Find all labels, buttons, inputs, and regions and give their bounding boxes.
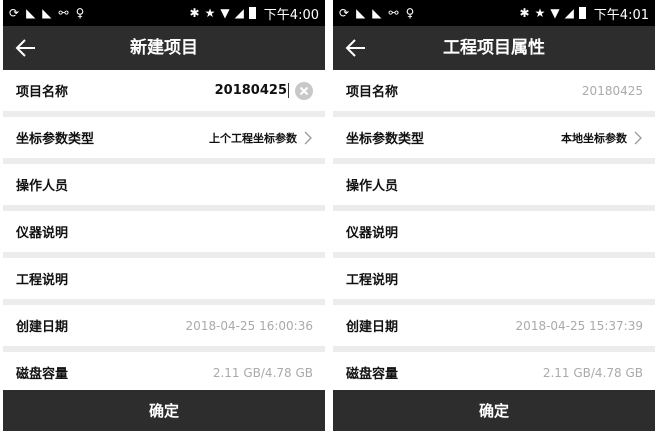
row-project-name[interactable]: 项目名称 20180425: [3, 70, 325, 111]
row-coordinate-type[interactable]: 坐标参数类型 上个工程坐标参数: [3, 117, 325, 158]
row-instrument[interactable]: 仪器说明: [3, 211, 325, 252]
row-project-desc[interactable]: 工程说明: [3, 258, 325, 299]
disk-capacity-value: 2.11 GB/4.78 GB: [212, 365, 313, 380]
page-title: 新建项目: [130, 38, 198, 58]
row-label: 磁盘容量: [16, 367, 69, 382]
row-label: 操作人员: [16, 179, 69, 194]
left-screen: ⟳ ◣ ◣ ⚯ ♀ ✱ ★ ▼ ◢ 下午4:00 新建项目 项目名称 20180…: [3, 0, 325, 431]
row-project-desc[interactable]: 工程说明: [333, 258, 655, 299]
wifi-icon: ▼: [550, 6, 560, 20]
status-bar: ⟳ ◣ ◣ ⚯ ♀ ✱ ★ ▼ ◢ 下午4:01: [333, 0, 655, 26]
row-label: 仪器说明: [16, 226, 69, 241]
row-label: 项目名称: [346, 85, 399, 100]
right-screen: ⟳ ◣ ◣ ⚯ ♀ ✱ ★ ▼ ◢ 下午4:01 工程项目属性 项目名称 201…: [333, 0, 655, 431]
status-bar: ⟳ ◣ ◣ ⚯ ♀ ✱ ★ ▼ ◢ 下午4:00: [3, 0, 325, 26]
signal-off-icon: ◣: [26, 6, 36, 20]
status-time: 下午4:00: [263, 7, 319, 23]
page-title: 工程项目属性: [443, 38, 545, 58]
row-disk-capacity: 磁盘容量 2.11 GB/4.78 GB: [333, 352, 655, 393]
battery-icon: [578, 7, 586, 19]
row-instrument[interactable]: 仪器说明: [333, 211, 655, 252]
row-disk-capacity: 磁盘容量 2.11 GB/4.78 GB: [3, 352, 325, 393]
location-icon: ♀: [75, 6, 85, 20]
coordinate-type-value: 上个工程坐标参数: [209, 131, 297, 145]
bluetooth-icon: ✱: [519, 6, 530, 20]
confirm-button[interactable]: 确定: [333, 390, 655, 431]
status-time: 下午4:01: [593, 7, 649, 23]
coordinate-type-value: 本地坐标参数: [561, 131, 627, 145]
row-operator[interactable]: 操作人员: [3, 164, 325, 205]
bluetooth-icon: ✱: [189, 6, 200, 20]
chevron-right-icon: [634, 131, 642, 144]
chevron-right-icon: [304, 131, 312, 144]
cell-signal-icon: ◢: [234, 6, 244, 20]
created-date-value: 2018-04-25 15:37:39: [515, 318, 643, 333]
row-label: 创建日期: [16, 320, 69, 335]
wifi-icon: ▼: [220, 6, 230, 20]
usb-icon: ⚯: [58, 6, 69, 20]
row-label: 坐标参数类型: [346, 132, 425, 147]
disk-capacity-value: 2.11 GB/4.78 GB: [542, 365, 643, 380]
row-label: 操作人员: [346, 179, 399, 194]
signal-off-icon: ◣: [372, 6, 382, 20]
row-created-date: 创建日期 2018-04-25 15:37:39: [333, 305, 655, 346]
clear-icon[interactable]: [295, 81, 313, 100]
sync-icon: ⟳: [9, 6, 20, 20]
text-caret: [288, 83, 289, 98]
title-bar: 工程项目属性: [333, 26, 655, 70]
row-created-date: 创建日期 2018-04-25 16:00:36: [3, 305, 325, 346]
signal-off-icon: ◣: [42, 6, 52, 20]
sync-icon: ⟳: [339, 6, 350, 20]
confirm-button[interactable]: 确定: [3, 390, 325, 431]
battery-icon: [248, 7, 256, 19]
row-label: 工程说明: [346, 273, 399, 288]
row-label: 创建日期: [346, 320, 399, 335]
form-list: 项目名称 20180425 坐标参数类型 上个工程坐标参数 操作人员 仪器说明: [3, 70, 325, 399]
usb-icon: ⚯: [388, 6, 399, 20]
row-label: 项目名称: [16, 85, 69, 100]
location-icon: ♀: [405, 6, 415, 20]
title-bar: 新建项目: [3, 26, 325, 70]
star-icon: ★: [204, 6, 216, 20]
cell-signal-icon: ◢: [564, 6, 574, 20]
project-name-input[interactable]: 20180425: [215, 83, 289, 98]
signal-off-icon: ◣: [356, 6, 366, 20]
row-label: 坐标参数类型: [16, 132, 95, 147]
row-coordinate-type[interactable]: 坐标参数类型 本地坐标参数: [333, 117, 655, 158]
star-icon: ★: [534, 6, 546, 20]
created-date-value: 2018-04-25 16:00:36: [185, 318, 313, 333]
row-label: 磁盘容量: [346, 367, 399, 382]
row-operator[interactable]: 操作人员: [333, 164, 655, 205]
project-name-value: 20180425: [581, 83, 643, 98]
form-list: 项目名称 20180425 坐标参数类型 本地坐标参数 操作人员 仪器说明 工程…: [333, 70, 655, 399]
row-project-name: 项目名称 20180425: [333, 70, 655, 111]
row-label: 仪器说明: [346, 226, 399, 241]
row-label: 工程说明: [16, 273, 69, 288]
